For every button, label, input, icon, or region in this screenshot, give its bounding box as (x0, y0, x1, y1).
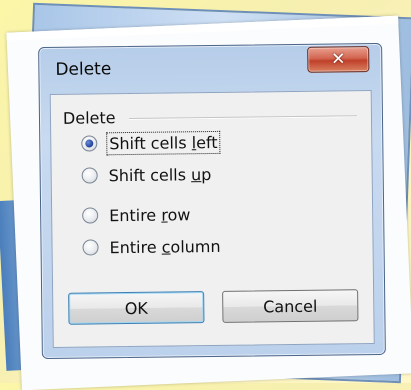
option-entire-column[interactable]: Entire column (82, 234, 222, 260)
cancel-button[interactable]: Cancel (222, 289, 359, 323)
radio-button[interactable] (82, 207, 99, 224)
ok-button[interactable]: OK (68, 291, 205, 325)
option-label: Entire row (109, 204, 191, 225)
option-label: Entire column (109, 236, 221, 257)
close-button[interactable]: ✕ (307, 46, 370, 73)
group-divider (128, 115, 357, 121)
dialog-title: Delete (55, 59, 112, 80)
radio-button[interactable] (81, 167, 98, 184)
delete-dialog: Delete ✕ Delete Shift cells left Shift c… (38, 42, 386, 360)
radio-button[interactable] (82, 239, 99, 256)
option-label: Shift cells up (108, 164, 212, 185)
close-icon: ✕ (331, 49, 346, 70)
title-bar[interactable]: Delete ✕ (39, 44, 381, 88)
option-shift-cells-left[interactable]: Shift cells left (81, 130, 221, 156)
option-shift-cells-up[interactable]: Shift cells up (81, 162, 214, 188)
option-entire-row[interactable]: Entire row (82, 202, 193, 227)
group-label: Delete (62, 108, 116, 128)
option-label: Shift cells left (106, 130, 221, 155)
radio-button[interactable] (81, 135, 98, 152)
